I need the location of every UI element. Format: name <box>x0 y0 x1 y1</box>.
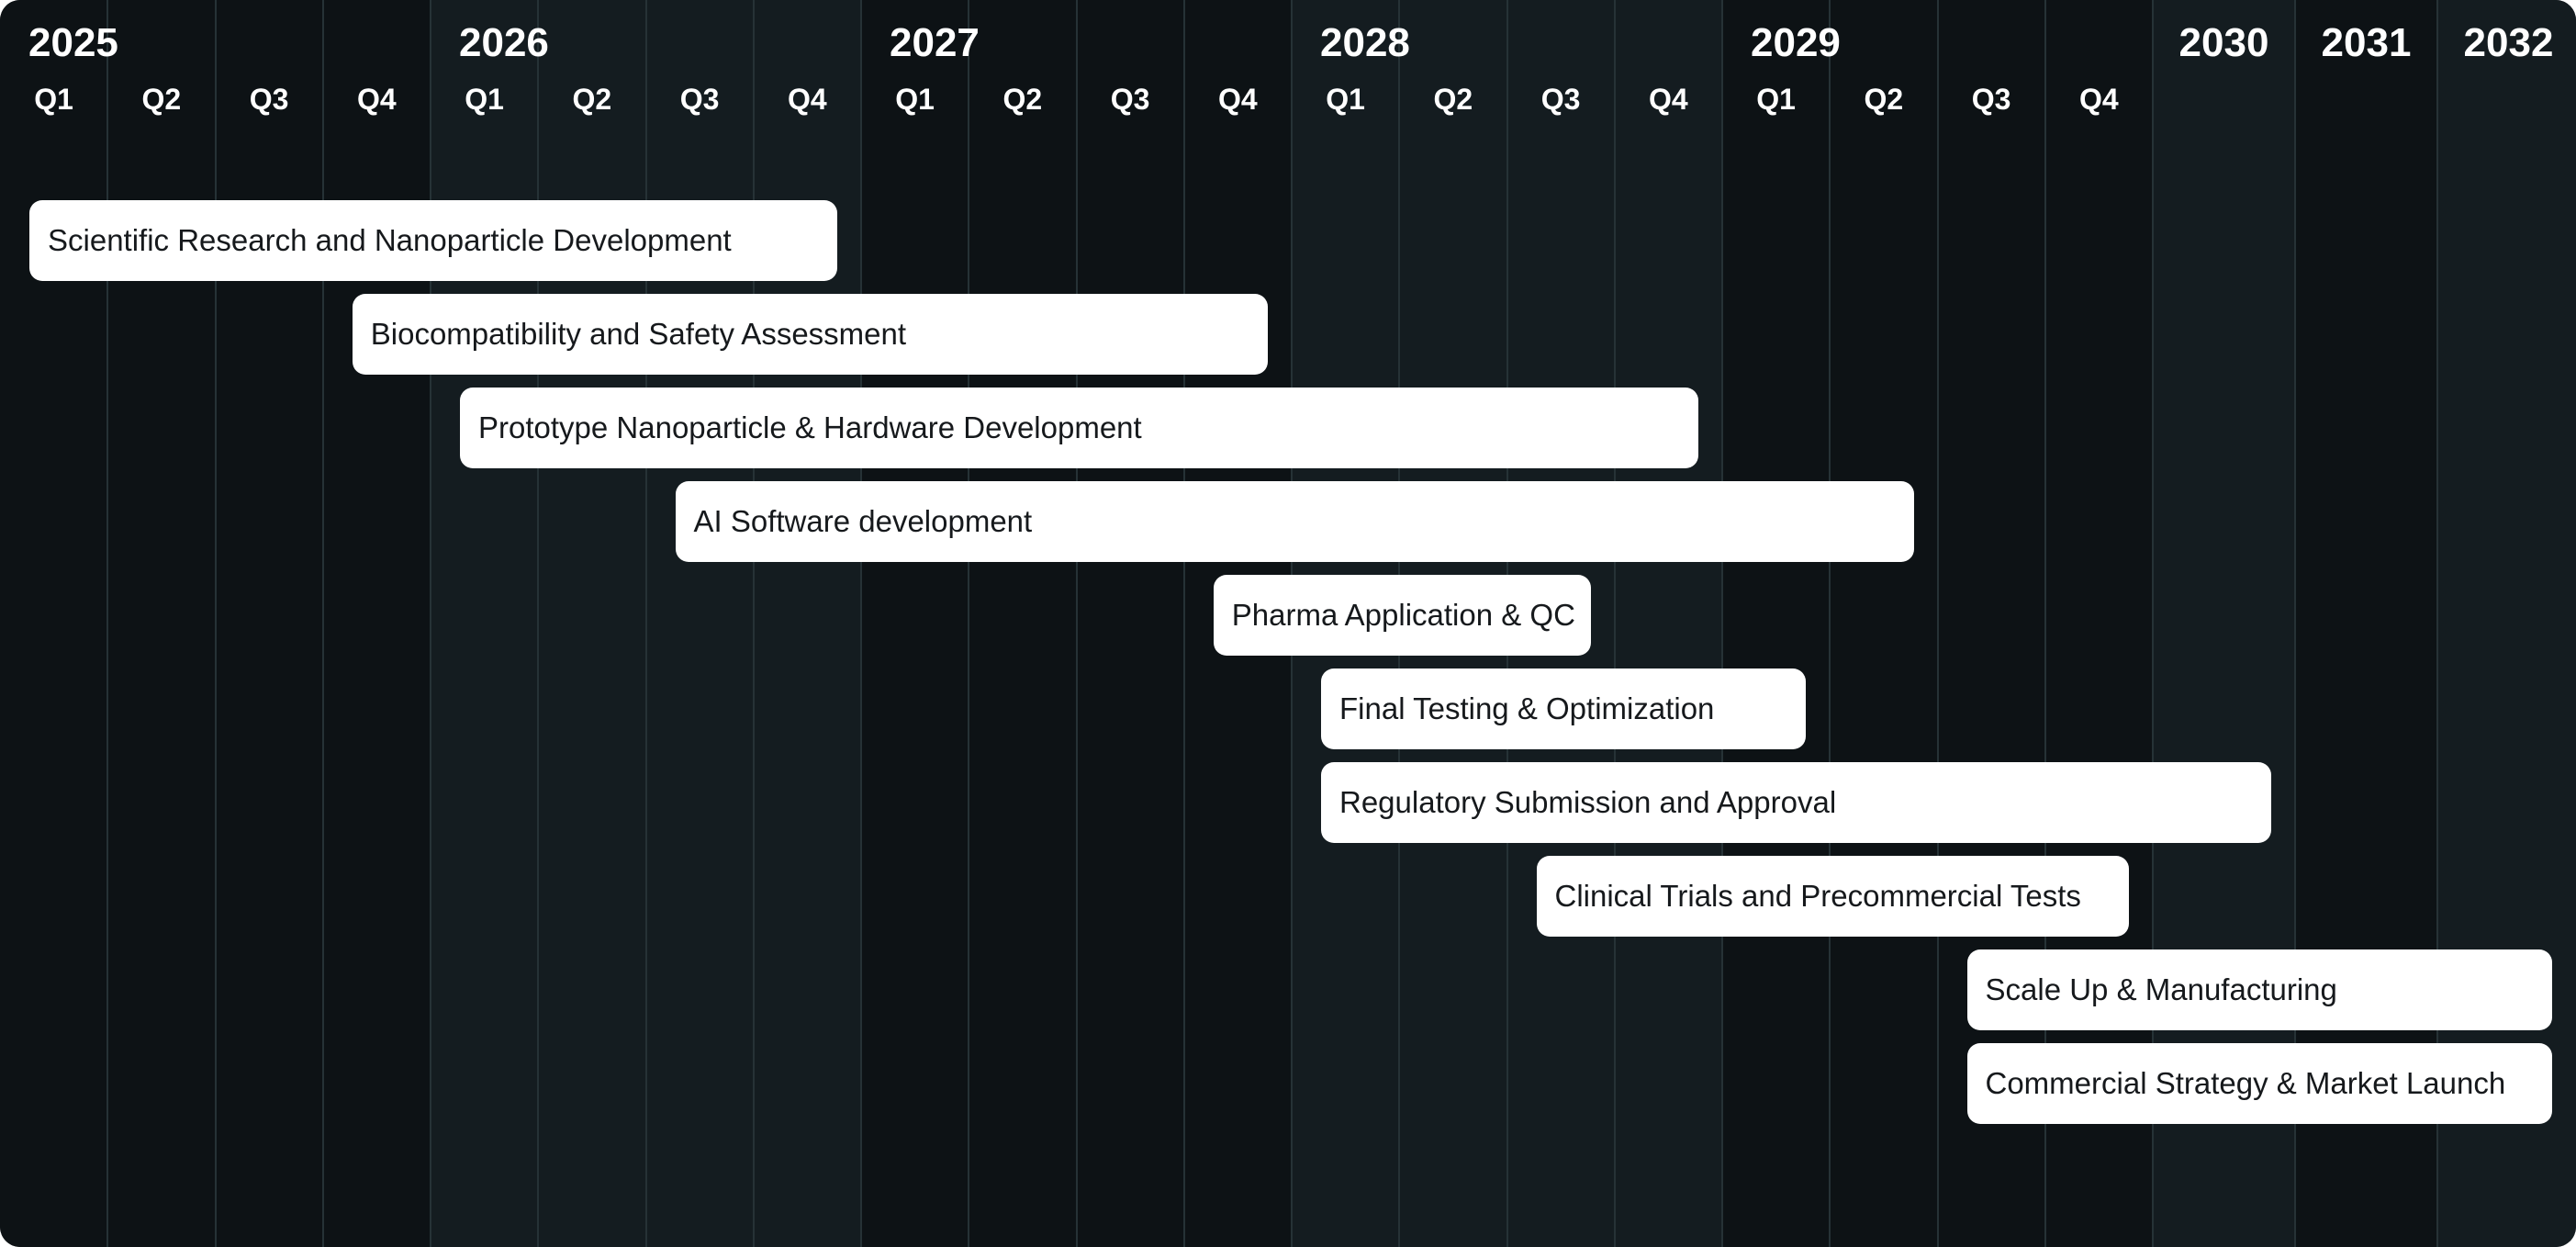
task-label: Regulatory Submission and Approval <box>1339 785 1837 819</box>
quarter-label-2026-q3: Q3 <box>679 83 720 116</box>
quarter-label-2028-q1: Q1 <box>1326 83 1365 116</box>
quarter-label-2025-q4: Q4 <box>357 83 397 116</box>
gridline <box>537 0 540 1247</box>
year-label-2027: 2027 <box>890 20 980 65</box>
gridline <box>1613 0 1616 1247</box>
year-label-2029: 2029 <box>1751 20 1841 65</box>
quarter-label-2026-q2: Q2 <box>572 83 612 116</box>
gridline <box>214 0 217 1247</box>
quarter-label-2029-q1: Q1 <box>1756 83 1796 116</box>
gridline <box>321 0 324 1247</box>
task-label: Biocompatibility and Safety Assessment <box>370 317 907 351</box>
quarter-label-2028-q3: Q3 <box>1540 83 1581 116</box>
year-label-2032: 2032 <box>2463 20 2554 65</box>
quarter-label-2026-q4: Q4 <box>788 83 827 116</box>
gridline <box>1075 0 1078 1247</box>
quarter-label-2029-q2: Q2 <box>1864 83 1904 116</box>
quarter-label-2027-q4: Q4 <box>1218 83 1258 116</box>
quarter-label-2029-q3: Q3 <box>1971 83 2011 116</box>
quarter-label-2028-q4: Q4 <box>1649 83 1688 116</box>
task-label: AI Software development <box>693 504 1033 538</box>
task-bar: Regulatory Submission and Approval <box>1321 762 2271 843</box>
task-bar: Final Testing & Optimization <box>1321 668 1807 749</box>
year-label-2028: 2028 <box>1320 20 1410 65</box>
gridline <box>1936 0 1939 1247</box>
gridline <box>968 0 970 1247</box>
gridline <box>106 0 109 1247</box>
quarter-label-2027-q3: Q3 <box>1110 83 1150 116</box>
task-bar: Prototype Nanoparticle & Hardware Develo… <box>460 388 1698 468</box>
gridline <box>430 0 431 1247</box>
quarter-label-2025-q1: Q1 <box>34 83 73 116</box>
gridline <box>1721 0 1723 1247</box>
task-bar: Pharma Application & QC <box>1213 575 1591 656</box>
gantt-chart: 2025 Q1 Q2 Q3 Q4 2026 Q1 Q2 Q3 Q4 2027 Q1 Q2 Q3 Q4 2028… <box>0 0 2576 1247</box>
task-bar: Biocompatibility and Safety Assessment <box>352 294 1268 375</box>
task-label: Prototype Nanoparticle & Hardware Develo… <box>478 410 1142 444</box>
quarter-label-2027-q1: Q1 <box>895 83 935 116</box>
task-bar: Clinical Trials and Precommercial Tests <box>1536 856 2129 937</box>
year-label-2025: 2025 <box>28 20 118 65</box>
quarter-label-2025-q2: Q2 <box>141 83 182 116</box>
task-bar: Scale Up & Manufacturing <box>1966 949 2552 1030</box>
task-label: Final Testing & Optimization <box>1339 691 1715 725</box>
quarter-label-2028-q2: Q2 <box>1433 83 1473 116</box>
year-label-2031: 2031 <box>2321 20 2412 65</box>
task-label: Pharma Application & QC <box>1231 598 1575 632</box>
quarter-label-2029-q4: Q4 <box>2079 83 2119 116</box>
gridline <box>644 0 647 1247</box>
task-label: Scale Up & Manufacturing <box>1985 972 2337 1006</box>
quarter-label-2025-q3: Q3 <box>249 83 289 116</box>
task-bar: Commercial Strategy & Market Launch <box>1966 1043 2552 1124</box>
year-label-2026: 2026 <box>459 20 549 65</box>
quarter-label-2027-q2: Q2 <box>1002 83 1043 116</box>
gridline <box>1182 0 1185 1247</box>
quarter-label-2026-q1: Q1 <box>465 83 504 116</box>
task-bar: Scientific Research and Nanoparticle Dev… <box>29 200 837 281</box>
gridline <box>860 0 862 1247</box>
task-label: Clinical Trials and Precommercial Tests <box>1554 879 2081 913</box>
gridline <box>1829 0 1831 1247</box>
year-label-2030: 2030 <box>2178 20 2269 65</box>
task-label: Scientific Research and Nanoparticle Dev… <box>48 223 732 257</box>
task-label: Commercial Strategy & Market Launch <box>1985 1066 2506 1100</box>
task-bar: AI Software development <box>675 481 1914 562</box>
gridline <box>752 0 755 1247</box>
